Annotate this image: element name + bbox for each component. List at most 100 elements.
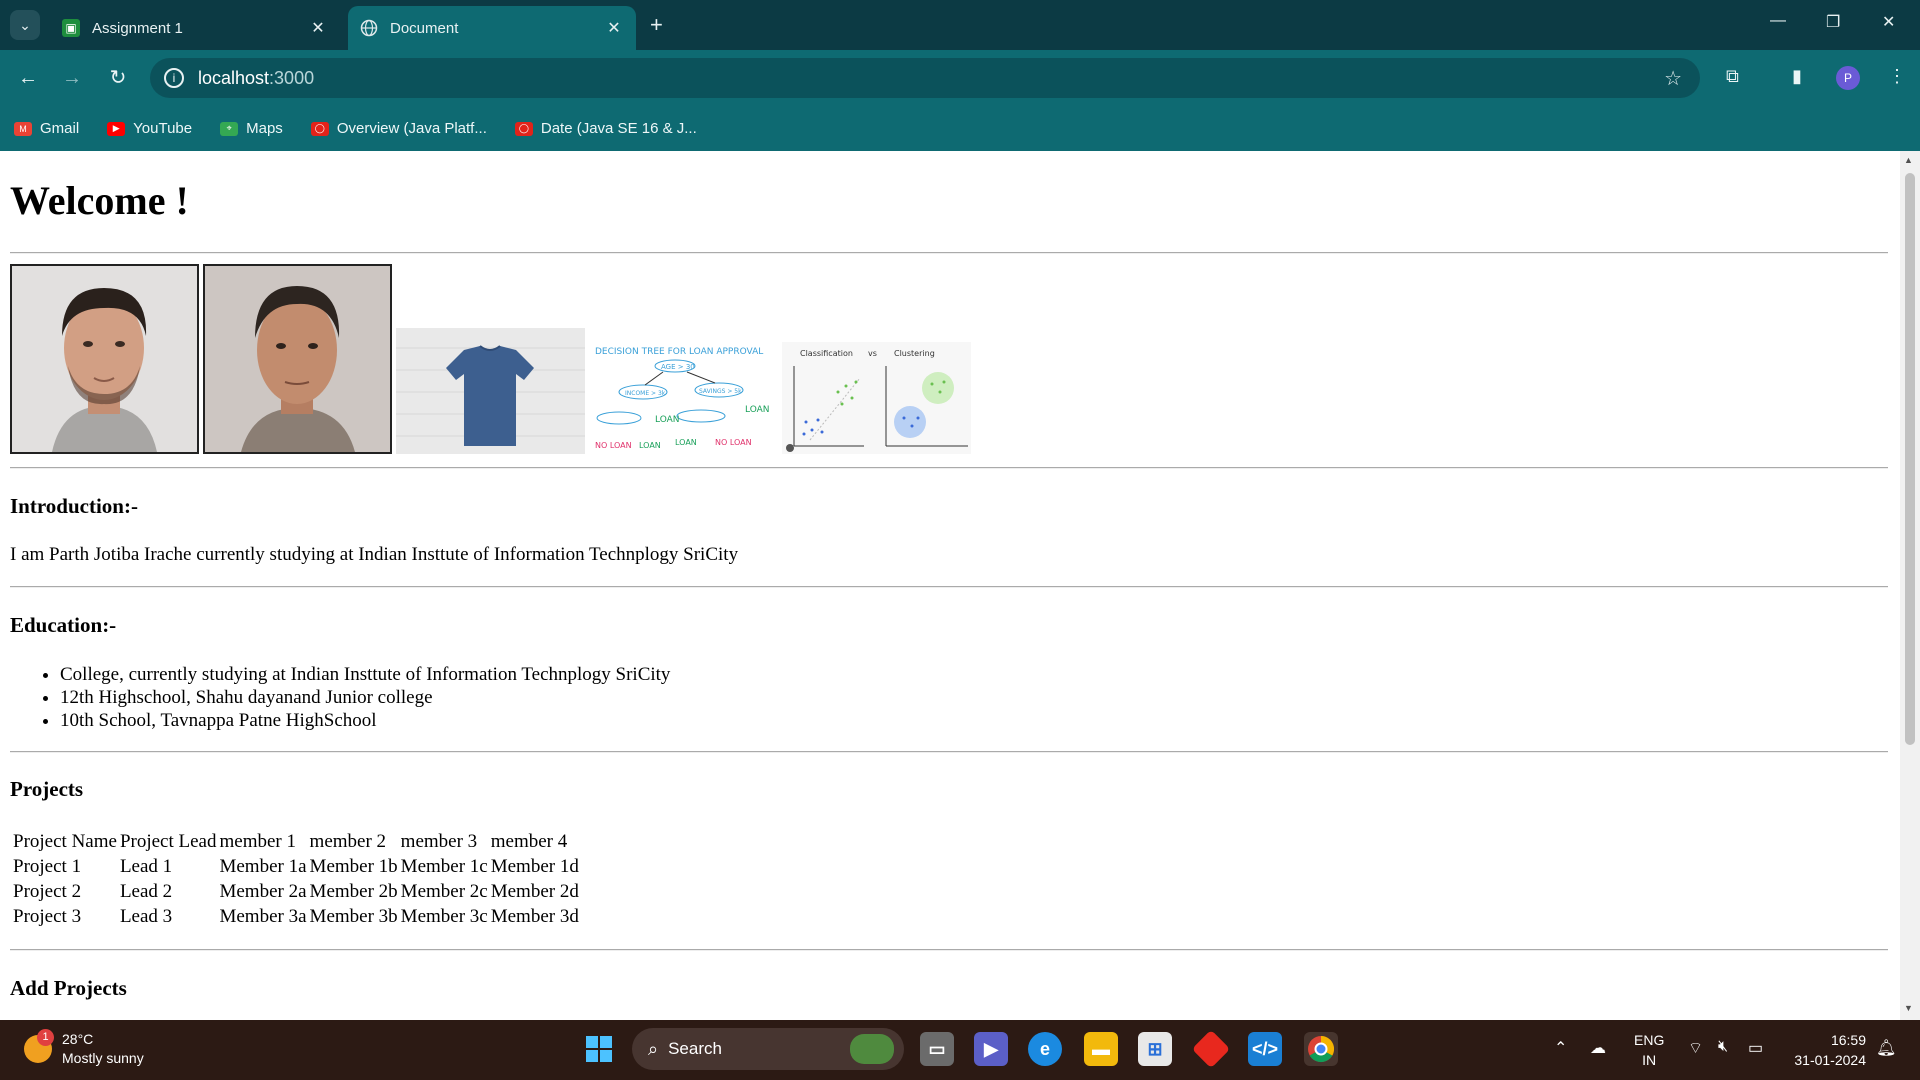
table-header-cell: member 3: [400, 831, 478, 852]
chrome-icon[interactable]: [1304, 1032, 1338, 1066]
decision-tree-title: DECISION TREE FOR LOAN APPROVAL: [595, 347, 763, 357]
minimize-icon[interactable]: —: [1770, 12, 1786, 30]
divider: [10, 949, 1888, 951]
task-view-icon[interactable]: ▭: [920, 1032, 954, 1066]
gmail-icon: M: [14, 121, 32, 136]
bookmark-java-overview[interactable]: ◯ Overview (Java Platf...: [310, 120, 487, 137]
edge-icon[interactable]: e: [1028, 1032, 1062, 1066]
clock[interactable]: 16:59 31-01-2024: [1780, 1030, 1866, 1070]
scroll-up-icon[interactable]: ▲: [1904, 155, 1913, 165]
site-info-icon[interactable]: i: [164, 68, 184, 88]
table-cell: Project 1: [13, 856, 82, 877]
decision-tree-loan-b: LOAN: [745, 405, 770, 415]
profile-avatar[interactable]: P: [1836, 66, 1860, 90]
tab-title: Assignment 1: [92, 19, 183, 37]
introduction-text: I am Parth Jotiba Irache currently study…: [10, 544, 739, 565]
oracle-icon: ◯: [310, 121, 329, 136]
table-row: Project 1 Lead 1 Member 1a Member 1b Mem…: [13, 856, 579, 878]
tab-close-icon[interactable]: ✕: [602, 18, 626, 38]
side-panel-icon[interactable]: ▮: [1792, 66, 1802, 87]
page-title: Welcome !: [10, 178, 189, 223]
table-header-row: Project Name Project Lead member 1 membe…: [13, 831, 579, 853]
extensions-icon[interactable]: ⧉: [1726, 66, 1739, 87]
classification-clustering-image: Classification vs Clustering: [782, 342, 971, 454]
bookmark-gmail[interactable]: M Gmail: [14, 120, 79, 137]
battery-icon[interactable]: ▭: [1748, 1038, 1763, 1058]
tab-close-icon[interactable]: ✕: [306, 18, 330, 38]
list-item: 10th School, Tavnappa Patne HighSchool: [60, 709, 670, 732]
divider: [10, 252, 1888, 254]
table-header-cell: Project Name: [13, 831, 117, 852]
table-cell: Member 2b: [309, 881, 398, 902]
menu-kebab-icon[interactable]: ⋮: [1888, 66, 1906, 87]
search-highlight-icon: [850, 1034, 894, 1064]
decision-tree-income: INCOME > 3k: [625, 390, 666, 397]
start-icon[interactable]: [582, 1032, 616, 1066]
bookmark-java-date[interactable]: ◯ Date (Java SE 16 & J...: [514, 120, 697, 137]
file-explorer-icon[interactable]: ▬: [1084, 1032, 1118, 1066]
tab-assignment-1[interactable]: ▣ Assignment 1 ✕: [50, 6, 340, 50]
taskbar-search[interactable]: ⌕ Search: [632, 1028, 904, 1070]
page-scrollbar[interactable]: ▲ ▼: [1900, 151, 1920, 1020]
divider: [10, 586, 1888, 588]
globe-icon: [360, 19, 378, 37]
bookmark-maps[interactable]: ⌖ Maps: [220, 120, 283, 137]
tab-title: Document: [390, 19, 459, 37]
scroll-down-icon[interactable]: ▼: [1904, 1003, 1913, 1013]
maps-icon: ⌖: [220, 121, 239, 136]
forward-icon[interactable]: →: [58, 64, 86, 92]
scrollbar-thumb[interactable]: [1905, 173, 1915, 745]
vs-label: vs: [868, 349, 877, 358]
list-item: College, currently studying at Indian In…: [60, 663, 670, 686]
table-cell: Lead 1: [119, 856, 173, 877]
notification-bell-icon[interactable]: 🔔︎: [1876, 1038, 1896, 1058]
decision-tree-noloan-b: NO LOAN: [715, 438, 752, 447]
projects-heading: Projects: [10, 777, 84, 801]
app-diamond-icon[interactable]: [1191, 1029, 1231, 1069]
restore-icon[interactable]: ❐: [1826, 12, 1840, 32]
teams-icon[interactable]: ▶: [974, 1032, 1008, 1066]
notification-badge: 1: [37, 1029, 54, 1046]
bookmark-youtube[interactable]: ▶ YouTube: [107, 120, 192, 137]
table-cell: Member 1a: [219, 856, 307, 877]
bookmark-label: Overview (Java Platf...: [336, 120, 487, 137]
wifi-icon[interactable]: ⌔: [1688, 1038, 1703, 1058]
table-cell: Member 3a: [219, 906, 307, 927]
table-cell: Member 1b: [309, 856, 398, 877]
projects-table: Project Name Project Lead member 1 membe…: [10, 828, 582, 931]
onedrive-icon[interactable]: ☁: [1590, 1038, 1606, 1058]
window-close-icon[interactable]: ✕: [1882, 12, 1895, 32]
back-icon[interactable]: ←: [14, 64, 42, 92]
browser-toolbar: ← → ↻ i localhost:3000 ☆ ⧉ ▮ P ⋮: [0, 50, 1920, 106]
weather-desc: Mostly sunny: [62, 1050, 144, 1066]
table-cell: Lead 2: [119, 881, 173, 902]
weather-temp: 28°C: [62, 1031, 94, 1047]
tab-search-button[interactable]: ⌄: [10, 10, 40, 40]
table-header-cell: member 1: [219, 831, 296, 852]
search-icon: ⌕: [648, 1038, 659, 1059]
table-cell: Member 2a: [219, 881, 307, 902]
tab-document[interactable]: Document ✕: [348, 6, 636, 50]
decision-tree-savings: SAVINGS > 5k: [699, 388, 742, 395]
language-indicator[interactable]: ENG IN: [1634, 1030, 1664, 1070]
tshirt-photo: [396, 328, 585, 454]
address-bar[interactable]: i localhost:3000 ☆: [150, 58, 1700, 98]
bookmark-label: Gmail: [40, 120, 80, 137]
store-icon[interactable]: ⊞: [1138, 1032, 1172, 1066]
bookmark-label: Maps: [246, 120, 283, 137]
weather-widget[interactable]: 1 28°C Mostly sunny: [24, 1029, 144, 1068]
decision-tree-age: AGE > 30: [661, 363, 695, 371]
tray-chevron-up-icon[interactable]: ⌃: [1554, 1038, 1567, 1058]
clock-time: 16:59: [1830, 1032, 1866, 1048]
lang-bottom: IN: [1642, 1052, 1657, 1068]
table-cell: Lead 3: [119, 906, 173, 927]
new-tab-button[interactable]: +: [650, 12, 663, 38]
bookmark-star-icon[interactable]: ☆: [1664, 66, 1682, 91]
table-header-cell: Project Lead: [119, 831, 217, 852]
tab-strip: ⌄ ▣ Assignment 1 ✕ Document ✕ + — ❐ ✕: [0, 0, 1920, 50]
list-item: 12th Highschool, Shahu dayanand Junior c…: [60, 686, 670, 709]
vscode-icon[interactable]: </>: [1248, 1032, 1282, 1066]
reload-icon[interactable]: ↻: [104, 64, 132, 92]
table-row: Project 3 Lead 3 Member 3a Member 3b Mem…: [13, 906, 579, 928]
speaker-muted-icon[interactable]: 🔇︎: [1718, 1038, 1728, 1056]
